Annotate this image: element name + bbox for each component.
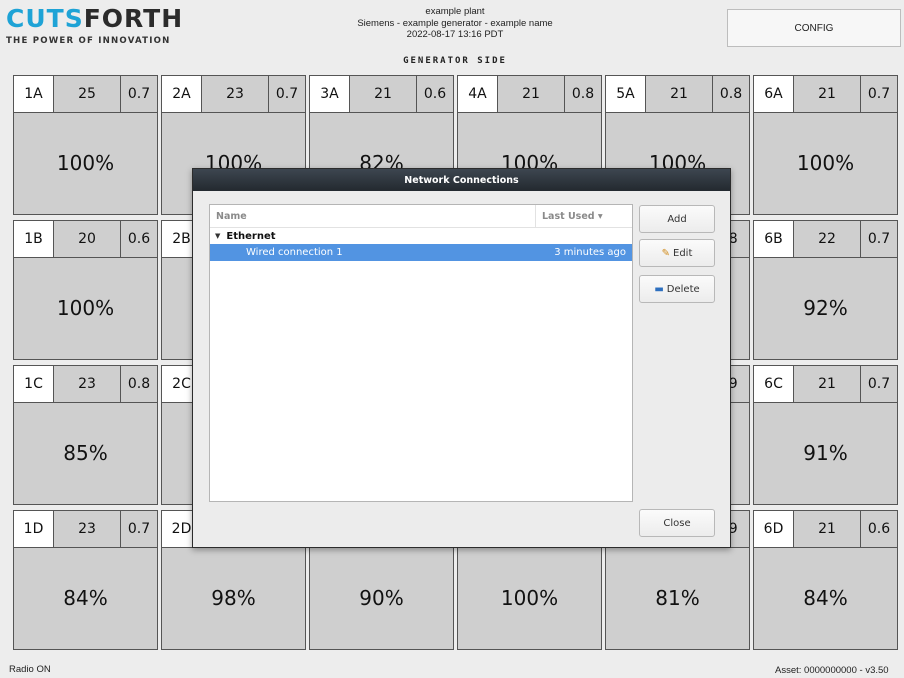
connection-row-wired[interactable]: Wired connection 1 3 minutes ago bbox=[210, 244, 632, 261]
cell-id: 6C bbox=[754, 366, 794, 402]
cell-percent: 100% bbox=[56, 296, 115, 320]
cell-id: 6A bbox=[754, 76, 794, 112]
cell-id: 1C bbox=[14, 366, 54, 402]
connection-last-used: 3 minutes ago bbox=[554, 247, 626, 258]
cell-id: 6D bbox=[754, 511, 794, 547]
plant-name: example plant bbox=[425, 6, 485, 17]
side-title: GENERATOR SIDE bbox=[403, 56, 507, 66]
header-info: example plant Siemens - example generato… bbox=[300, 6, 610, 41]
brush-cell[interactable]: 6C 21 0.7 91% bbox=[753, 365, 898, 505]
logo-wordmark: CUTSFORTH bbox=[6, 4, 184, 33]
cell-percent: 100% bbox=[56, 151, 115, 175]
generator-name: Siemens - example generator - example na… bbox=[357, 17, 553, 29]
cell-id: 4A bbox=[458, 76, 498, 112]
expander-triangle-icon[interactable]: ▼ bbox=[215, 232, 220, 240]
cell-header: 6A 21 0.7 bbox=[754, 76, 897, 113]
cell-header: 1D 23 0.7 bbox=[14, 511, 157, 548]
cell-header: 6B 22 0.7 bbox=[754, 221, 897, 258]
delete-button[interactable]: ▬ Delete bbox=[639, 275, 715, 303]
logo-tagline: THE POWER OF INNOVATION bbox=[6, 36, 171, 46]
column-last-used[interactable]: Last Used ▾ bbox=[535, 205, 632, 227]
cell-percent: 84% bbox=[803, 586, 848, 610]
timestamp: 2022-08-17 13:16 PDT bbox=[406, 29, 504, 40]
cell-value: 21 bbox=[794, 511, 861, 547]
cell-id: 2A bbox=[162, 76, 202, 112]
cell-percent: 98% bbox=[211, 586, 256, 610]
connection-list[interactable]: Name Last Used ▾ ▼ Ethernet Wired connec… bbox=[209, 204, 633, 502]
brush-cell[interactable]: 1D 23 0.7 84% bbox=[13, 510, 158, 650]
cell-factor: 0.7 bbox=[121, 511, 157, 547]
cell-value: 22 bbox=[794, 221, 861, 257]
cell-factor: 0.7 bbox=[861, 221, 897, 257]
cell-value: 25 bbox=[54, 76, 121, 112]
network-icon: ▬ bbox=[654, 283, 664, 295]
cell-value: 20 bbox=[54, 221, 121, 257]
cell-factor: 0.8 bbox=[565, 76, 601, 112]
brush-cell[interactable]: 1A 25 0.7 100% bbox=[13, 75, 158, 215]
group-label: Ethernet bbox=[226, 230, 276, 242]
close-button[interactable]: Close bbox=[639, 509, 715, 537]
pencil-icon: ✎ bbox=[661, 247, 670, 259]
asset-version: Asset: 0000000000 - v3.50 bbox=[775, 665, 889, 676]
cell-header: 1B 20 0.6 bbox=[14, 221, 157, 258]
cell-percent: 81% bbox=[655, 586, 700, 610]
cell-percent: 92% bbox=[803, 296, 848, 320]
cell-value: 21 bbox=[498, 76, 565, 112]
group-ethernet[interactable]: ▼ Ethernet bbox=[210, 228, 632, 244]
cell-header: 5A 21 0.8 bbox=[606, 76, 749, 113]
cell-value: 21 bbox=[794, 366, 861, 402]
dialog-title: Network Connections bbox=[193, 169, 730, 191]
cell-factor: 0.6 bbox=[861, 511, 897, 547]
brush-cell[interactable]: 6D 21 0.6 84% bbox=[753, 510, 898, 650]
brush-cell[interactable]: 1B 20 0.6 100% bbox=[13, 220, 158, 360]
cell-header: 4A 21 0.8 bbox=[458, 76, 601, 113]
list-header: Name Last Used ▾ bbox=[210, 205, 632, 228]
network-connections-dialog: Network Connections Name Last Used ▾ ▼ E… bbox=[192, 168, 731, 548]
cell-factor: 0.8 bbox=[121, 366, 157, 402]
cell-factor: 0.7 bbox=[861, 76, 897, 112]
cell-value: 21 bbox=[646, 76, 713, 112]
cell-header: 6D 21 0.6 bbox=[754, 511, 897, 548]
cell-header: 1A 25 0.7 bbox=[14, 76, 157, 113]
cell-id: 1A bbox=[14, 76, 54, 112]
cell-value: 23 bbox=[202, 76, 269, 112]
cell-header: 6C 21 0.7 bbox=[754, 366, 897, 403]
cell-id: 1D bbox=[14, 511, 54, 547]
cell-header: 2A 23 0.7 bbox=[162, 76, 305, 113]
connection-name: Wired connection 1 bbox=[246, 247, 343, 258]
cell-factor: 0.7 bbox=[861, 366, 897, 402]
cell-value: 21 bbox=[794, 76, 861, 112]
cell-id: 3A bbox=[310, 76, 350, 112]
cell-percent: 84% bbox=[63, 586, 108, 610]
cell-percent: 85% bbox=[63, 441, 108, 465]
add-button[interactable]: Add bbox=[639, 205, 715, 233]
cell-value: 23 bbox=[54, 511, 121, 547]
cell-factor: 0.8 bbox=[713, 76, 749, 112]
cell-value: 21 bbox=[350, 76, 417, 112]
sort-indicator-icon: ▾ bbox=[597, 210, 603, 222]
cell-value: 23 bbox=[54, 366, 121, 402]
cell-id: 1B bbox=[14, 221, 54, 257]
radio-status: Radio ON bbox=[9, 664, 51, 675]
cell-header: 1C 23 0.8 bbox=[14, 366, 157, 403]
cell-id: 5A bbox=[606, 76, 646, 112]
brush-cell[interactable]: 6A 21 0.7 100% bbox=[753, 75, 898, 215]
column-name[interactable]: Name bbox=[210, 211, 535, 222]
cell-id: 6B bbox=[754, 221, 794, 257]
cell-header: 3A 21 0.6 bbox=[310, 76, 453, 113]
cell-factor: 0.7 bbox=[121, 76, 157, 112]
cutsforth-logo: CUTSFORTH THE POWER OF INNOVATION bbox=[6, 4, 206, 48]
cell-percent: 90% bbox=[359, 586, 404, 610]
cell-percent: 100% bbox=[500, 586, 559, 610]
brush-cell[interactable]: 1C 23 0.8 85% bbox=[13, 365, 158, 505]
config-button[interactable]: CONFIG bbox=[727, 9, 901, 47]
cell-percent: 100% bbox=[796, 151, 855, 175]
cell-factor: 0.7 bbox=[269, 76, 305, 112]
edit-button[interactable]: ✎ Edit bbox=[639, 239, 715, 267]
cell-percent: 91% bbox=[803, 441, 848, 465]
brush-cell[interactable]: 6B 22 0.7 92% bbox=[753, 220, 898, 360]
cell-factor: 0.6 bbox=[121, 221, 157, 257]
cell-factor: 0.6 bbox=[417, 76, 453, 112]
